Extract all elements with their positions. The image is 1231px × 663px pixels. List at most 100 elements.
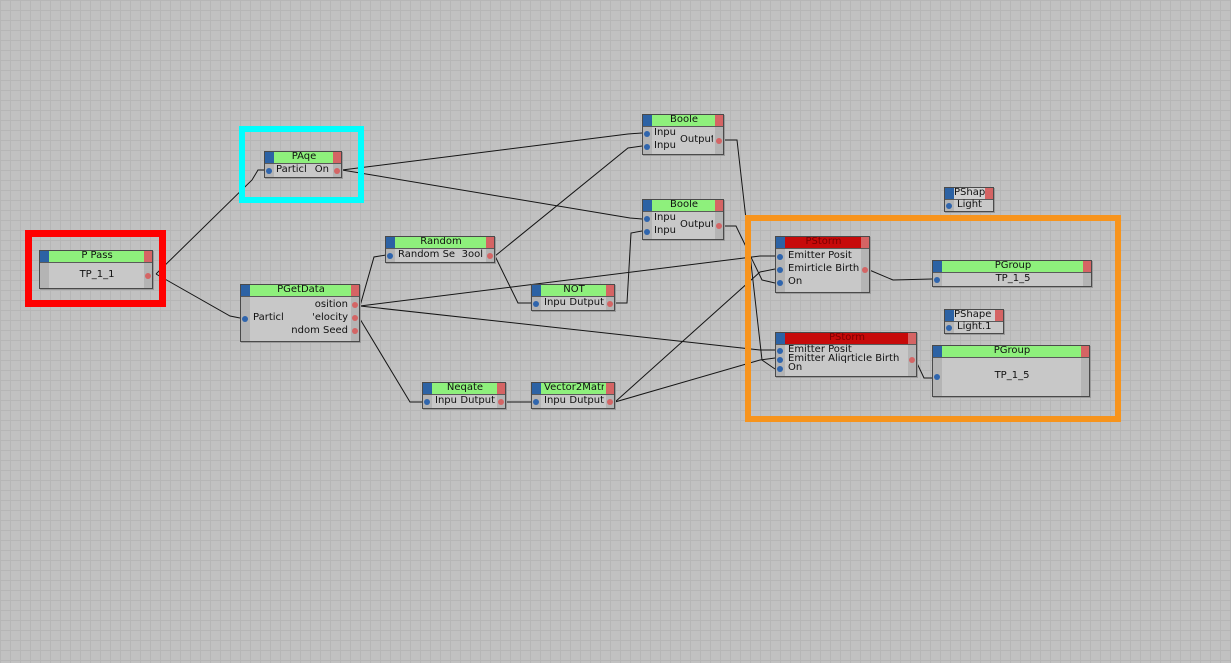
output-label: Dutput — [569, 395, 604, 406]
node-pstorm-2[interactable]: PStorm Emitter Posit Emitter Aliqrticle … — [775, 332, 917, 377]
output-label-random-seed: ndom Seed — [291, 325, 348, 336]
node-title: Boole — [669, 199, 699, 210]
node-title: PStorm — [828, 332, 866, 343]
input-label: Particl — [276, 164, 307, 175]
node-not[interactable]: NOT Inpu Dutput — [531, 284, 615, 311]
node-boole-1[interactable]: Boole Inpu Inpu Output — [642, 114, 724, 155]
input-port-particle[interactable] — [242, 316, 248, 322]
wire-page-boole2 — [341, 169, 643, 220]
input-label-emitter-birth: Emitter Aliqrticle Birth — [788, 353, 900, 364]
input-label: Particl — [253, 312, 284, 323]
node-header[interactable]: Random — [386, 237, 494, 249]
input-port[interactable] — [533, 399, 539, 405]
node-title: PShape — [954, 187, 985, 198]
node-random[interactable]: Random Random Se 3ool — [385, 236, 495, 263]
node-title: NOT — [563, 284, 585, 295]
input-label: Inpu — [544, 395, 566, 406]
output-port[interactable] — [607, 399, 613, 405]
node-header[interactable]: Boole — [643, 200, 723, 212]
node-title: Vector2Matrix — [544, 382, 604, 393]
node-title: PStorm — [805, 236, 842, 247]
node-header[interactable]: PStorm — [776, 237, 869, 249]
node-graph-canvas[interactable]: P Pass TP_1_1 PAqe Particl On PGetData P… — [0, 0, 1231, 663]
node-header[interactable]: PGroup — [933, 346, 1089, 358]
node-title: PAqe — [291, 151, 317, 162]
node-header[interactable]: NOT — [532, 285, 614, 297]
node-pgetdata[interactable]: PGetData Particl osition 'elocity ndom S… — [240, 284, 360, 342]
input-port-random-seed[interactable] — [387, 253, 393, 259]
node-pgroup-2[interactable]: PGroup TP_1_5 — [932, 345, 1090, 397]
node-header[interactable]: Neqate — [423, 383, 505, 395]
output-port-position[interactable] — [352, 302, 358, 308]
output-port-velocity[interactable] — [352, 315, 358, 321]
output-port[interactable] — [909, 357, 915, 363]
input-port[interactable] — [934, 374, 940, 380]
input-port-emitter-position[interactable] — [777, 254, 783, 260]
input-port[interactable] — [934, 277, 940, 283]
output-label: Output — [680, 134, 713, 145]
input-label: Inpu — [544, 297, 566, 308]
node-header[interactable]: Boole — [643, 115, 723, 127]
node-pgroup-1[interactable]: PGroup TP_1_5 — [932, 260, 1092, 287]
node-title: Boole — [669, 114, 699, 125]
node-vector2matrix[interactable]: Vector2Matrix Inpu Dutput — [531, 382, 615, 409]
node-header[interactable]: PGroup — [933, 261, 1091, 273]
node-header[interactable]: PGetData — [241, 285, 359, 297]
node-page[interactable]: PAqe Particl On — [264, 151, 342, 178]
input-port-1[interactable] — [644, 216, 650, 222]
input-port-on[interactable] — [777, 280, 783, 286]
output-port[interactable] — [607, 301, 613, 307]
node-boole-2[interactable]: Boole Inpu Inpu Output — [642, 199, 724, 240]
output-port[interactable] — [716, 138, 722, 144]
input-label-2: Inpu — [654, 140, 676, 151]
input-port-particle[interactable] — [266, 168, 272, 174]
output-port-on[interactable] — [334, 168, 340, 174]
output-port-bool[interactable] — [487, 253, 493, 259]
input-port-2[interactable] — [644, 229, 650, 235]
input-port-on[interactable] — [777, 366, 783, 372]
wire-not-boole2 — [615, 230, 643, 304]
input-port-emitter-birth[interactable] — [777, 267, 783, 273]
output-label: Dutput — [569, 297, 604, 308]
wire-pgetdata-random — [359, 254, 387, 307]
input-port[interactable] — [946, 325, 952, 331]
node-pshape-2[interactable]: PShape Light.1 — [944, 309, 1004, 334]
node-header[interactable]: Vector2Matrix — [532, 383, 614, 395]
node-title: PShape — [954, 309, 992, 320]
input-port-emitter-birth[interactable] — [777, 357, 783, 363]
output-port[interactable] — [716, 223, 722, 229]
input-port-2[interactable] — [644, 144, 650, 150]
input-port-1[interactable] — [644, 131, 650, 137]
wire-pgetdata-negate — [359, 318, 422, 403]
input-port[interactable] — [946, 203, 952, 209]
node-title: PGroup — [994, 260, 1032, 271]
input-port[interactable] — [424, 399, 430, 405]
input-label-1: Inpu — [654, 127, 676, 138]
output-port[interactable] — [498, 399, 504, 405]
wire-ppass-pgetdata — [155, 273, 241, 319]
output-port[interactable] — [862, 267, 868, 273]
node-value: Light.1 — [957, 321, 992, 332]
input-label-on: On — [788, 276, 803, 287]
node-negate[interactable]: Neqate Inpu Dutput — [422, 382, 506, 409]
output-label: Output — [680, 219, 713, 230]
node-value: Light — [957, 199, 982, 210]
output-label: Dutput — [460, 395, 495, 406]
node-value: TP_1_5 — [995, 273, 1031, 284]
node-title: Random — [420, 236, 462, 247]
input-port-emitter-position[interactable] — [777, 348, 783, 354]
output-port-random-seed[interactable] — [352, 328, 358, 334]
node-pstorm-1[interactable]: PStorm Emitter Posit Emirticle Birth On — [775, 236, 870, 293]
node-title: P Pass — [81, 250, 113, 261]
node-title: PGetData — [277, 284, 325, 295]
output-port[interactable] — [145, 273, 151, 279]
node-header[interactable]: PAqe — [265, 152, 341, 164]
input-label: Inpu — [435, 395, 457, 406]
node-pshape-1[interactable]: PShape Light — [944, 187, 994, 212]
input-label-1: Inpu — [654, 212, 676, 223]
wire-random-boole1 — [494, 145, 643, 257]
node-value: TP_1_1 — [79, 269, 115, 280]
node-ppass[interactable]: P Pass TP_1_1 — [39, 250, 153, 289]
input-port[interactable] — [533, 301, 539, 307]
node-header[interactable]: P Pass — [40, 251, 152, 263]
